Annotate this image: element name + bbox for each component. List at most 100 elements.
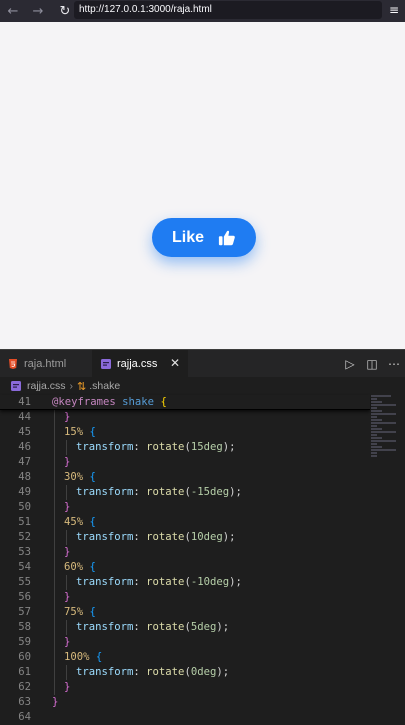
code-text: 75% {: [64, 606, 96, 618]
breadcrumb: rajja.css › ⇅ .shake: [0, 377, 405, 395]
indent-guide: [66, 530, 67, 545]
indent-guide: [66, 440, 67, 455]
code-line: 57 75% {: [0, 605, 370, 620]
indent-guide: [66, 665, 67, 680]
indent-guide: [66, 575, 67, 590]
minimap-line: [371, 452, 377, 454]
indent-guide: [54, 530, 55, 545]
indent-guide: [54, 650, 55, 665]
breadcrumb-symbol[interactable]: .shake: [89, 380, 120, 392]
indent-guide: [54, 635, 55, 650]
code-line: 44}: [0, 410, 370, 425]
code-line: 64: [0, 710, 370, 725]
line-number: 56: [18, 591, 31, 603]
minimap-line: [371, 431, 397, 433]
minimap-line: [371, 422, 397, 424]
more-actions-icon[interactable]: ⋯: [383, 357, 405, 371]
code-line: 51 45% {: [0, 515, 370, 530]
code-line: 56}: [0, 590, 370, 605]
code-text: transform: rotate(10deg);: [76, 531, 236, 543]
indent-guide: [54, 620, 55, 635]
indent-guide: [54, 425, 55, 440]
browser-toolbar: ← → ↻ http://127.0.0.1:3000/raja.html ≡: [0, 0, 405, 22]
line-number: 58: [18, 621, 31, 633]
code-text: transform: rotate(5deg);: [76, 621, 230, 633]
line-number: 61: [18, 666, 31, 678]
code-text: }: [64, 456, 71, 468]
close-icon[interactable]: ✕: [170, 356, 180, 370]
like-button[interactable]: Like: [152, 218, 256, 257]
line-number: 48: [18, 471, 31, 483]
code-line: 55 transform: rotate(-10deg);: [0, 575, 370, 590]
code-line: 50}: [0, 500, 370, 515]
back-arrow-icon[interactable]: ←: [3, 1, 23, 21]
indent-guide: [54, 605, 55, 620]
code-text: transform: rotate(-10deg);: [76, 576, 242, 588]
tab-rajja-css[interactable]: rajja.css ✕: [92, 350, 188, 378]
minimap-line: [371, 446, 383, 448]
breadcrumb-file[interactable]: rajja.css: [27, 380, 66, 392]
address-bar[interactable]: http://127.0.0.1:3000/raja.html: [74, 1, 382, 19]
hamburger-menu-icon[interactable]: ≡: [386, 2, 402, 18]
minimap-line: [371, 434, 377, 436]
code-editor: raja.html rajja.css ✕ ▷ ◫ ⋯ rajja.css › …: [0, 349, 405, 723]
indent-guide: [54, 560, 55, 575]
indent-guide: [54, 665, 55, 680]
line-number: 53: [18, 546, 31, 558]
line-number: 47: [18, 456, 31, 468]
line-number: 54: [18, 561, 31, 573]
page-viewport: Like: [0, 22, 405, 349]
code-line: 52 transform: rotate(10deg);: [0, 530, 370, 545]
code-line: 58 transform: rotate(5deg);: [0, 620, 370, 635]
indent-guide: [66, 620, 67, 635]
minimap-line: [371, 404, 397, 406]
tab-label: rajja.css: [117, 358, 158, 370]
indent-guide: [54, 575, 55, 590]
minimap-line: [371, 428, 383, 430]
line-number: 51: [18, 516, 31, 528]
code-line: 61 transform: rotate(0deg);: [0, 665, 370, 680]
line-number: 57: [18, 606, 31, 618]
line-number: 55: [18, 576, 31, 588]
line-number: 59: [18, 636, 31, 648]
css-file-icon: [11, 381, 21, 391]
code-line: 49 transform: rotate(-15deg);: [0, 485, 370, 500]
indent-guide: [54, 545, 55, 560]
editor-actions: ▷ ◫ ⋯: [339, 350, 405, 378]
minimap-line: [371, 416, 377, 418]
code-text: transform: rotate(0deg);: [76, 666, 230, 678]
run-icon[interactable]: ▷: [339, 357, 361, 371]
code-area[interactable]: 41 @keyframes shake {44} 45 15% {46 transfor…: [0, 395, 370, 725]
indent-guide: [54, 500, 55, 515]
minimap-line: [371, 410, 383, 412]
code-text: 30% {: [64, 471, 96, 483]
line-number: 50: [18, 501, 31, 513]
minimap-line: [371, 398, 377, 400]
code-line: 60 100% {: [0, 650, 370, 665]
code-text: }: [64, 591, 71, 603]
forward-arrow-icon[interactable]: →: [28, 1, 48, 21]
tab-raja-html[interactable]: raja.html: [0, 350, 92, 378]
code-line: 45 15% {: [0, 425, 370, 440]
split-editor-icon[interactable]: ◫: [361, 357, 383, 371]
sticky-scroll-header: [0, 395, 370, 410]
code-line: 62}: [0, 680, 370, 695]
thumbs-up-icon: [218, 230, 235, 245]
minimap[interactable]: [371, 395, 399, 475]
line-number: 60: [18, 651, 31, 663]
indent-guide: [54, 440, 55, 455]
code-text: }: [64, 681, 71, 693]
minimap-line: [371, 425, 377, 427]
code-text: 15% {: [64, 426, 96, 438]
minimap-line: [371, 443, 377, 445]
tab-label: raja.html: [24, 358, 67, 370]
minimap-line: [371, 437, 383, 439]
minimap-line: [371, 440, 397, 442]
line-number: 62: [18, 681, 31, 693]
minimap-line: [371, 395, 391, 397]
code-text: 100% {: [64, 651, 103, 663]
indent-guide: [54, 410, 55, 425]
line-number: 46: [18, 441, 31, 453]
reload-icon[interactable]: ↻: [55, 1, 75, 21]
line-number: 64: [18, 711, 31, 723]
